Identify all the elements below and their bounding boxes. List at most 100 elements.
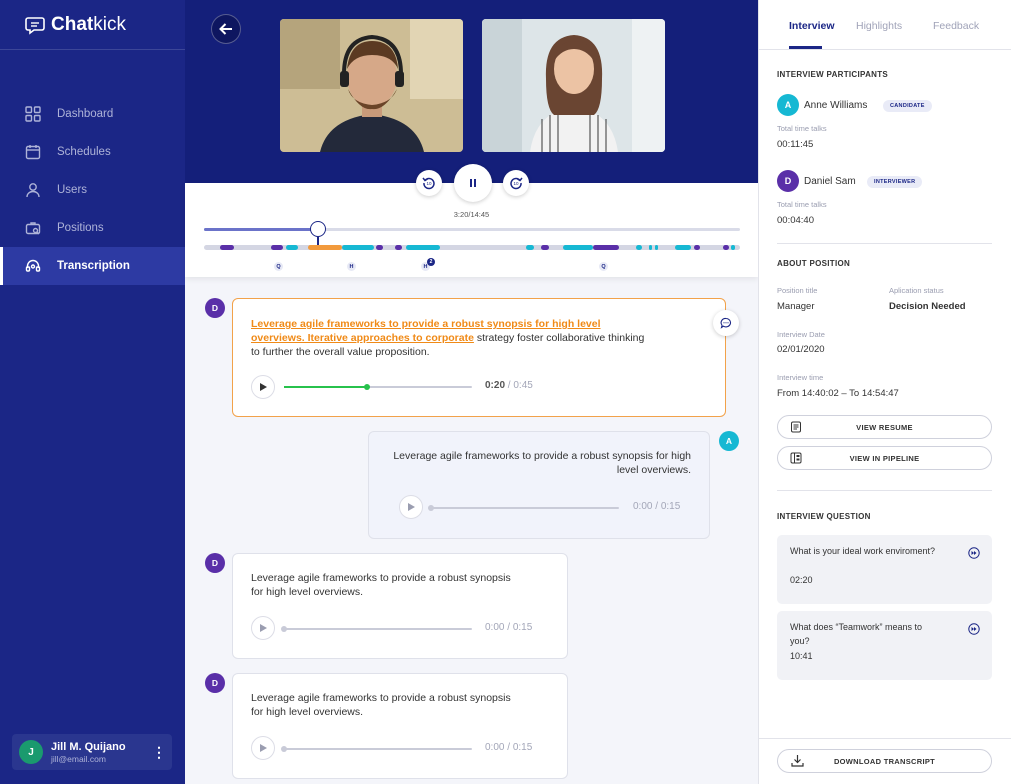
svg-text:10: 10 <box>513 181 519 186</box>
speaker-segment[interactable] <box>395 245 402 250</box>
speaker-segment[interactable] <box>342 245 374 250</box>
speaker-segments-track[interactable] <box>204 245 740 250</box>
audio-progress-track[interactable] <box>281 746 472 752</box>
play-icon <box>260 383 267 391</box>
speaker-segment[interactable] <box>406 245 440 250</box>
speaker-segment[interactable] <box>220 245 234 250</box>
audio-progress-handle[interactable] <box>281 746 287 752</box>
speaker-segment[interactable] <box>636 245 642 250</box>
back-button[interactable] <box>211 14 241 44</box>
grid-icon <box>25 106 41 122</box>
speaker-segment[interactable] <box>731 245 735 250</box>
time-talks-value: 00:11:45 <box>777 139 814 150</box>
scrubber-track[interactable] <box>204 221 740 247</box>
rewind-button[interactable]: 10 <box>416 170 442 196</box>
audio-time: 0:00 / 0:15 <box>485 622 533 633</box>
forward-10-icon: 10 <box>510 177 523 190</box>
download-icon <box>791 755 804 767</box>
speaker-segment[interactable] <box>675 245 691 250</box>
play-icon <box>408 503 415 511</box>
transcript-message[interactable]: Leverage agile frameworks to provide a r… <box>232 673 568 779</box>
play-icon <box>260 744 267 752</box>
audio-progress-track[interactable] <box>284 384 472 390</box>
speaker-segment[interactable] <box>694 245 700 250</box>
scrubber-progress <box>204 228 318 231</box>
speaker-segment[interactable] <box>563 245 593 250</box>
interviewer-video[interactable] <box>482 19 665 152</box>
sidebar-item-users[interactable]: Users <box>0 171 185 209</box>
play-button[interactable] <box>399 495 423 519</box>
timeline-marker[interactable]: Q <box>599 262 608 271</box>
speaker-segment[interactable] <box>541 245 549 250</box>
speaker-segment[interactable] <box>593 245 619 250</box>
sidebar-item-label: Positions <box>57 222 104 234</box>
divider <box>777 243 992 244</box>
app-logo[interactable]: Chatkick <box>0 0 185 50</box>
view-in-pipeline-button[interactable]: VIEW IN PIPELINE <box>777 446 992 470</box>
more-options-icon[interactable]: ⋮ <box>152 744 166 761</box>
speaker-segment[interactable] <box>655 245 658 250</box>
user-email: jill@email.com <box>51 753 106 764</box>
speaker-segment[interactable] <box>526 245 534 250</box>
candidate-video[interactable] <box>280 19 463 152</box>
avatar: J <box>19 740 43 764</box>
view-resume-button[interactable]: VIEW RESUME <box>777 415 992 439</box>
jump-to-time-icon[interactable] <box>968 547 980 559</box>
sidebar-item-schedules[interactable]: Schedules <box>0 133 185 171</box>
current-user-card[interactable]: J Jill M. Quijano jill@email.com ⋮ <box>12 734 172 770</box>
speaker-segment[interactable] <box>286 245 298 250</box>
tab-highlights[interactable]: Highlights <box>856 0 902 32</box>
arrow-left-icon <box>219 23 232 35</box>
add-comment-button[interactable] <box>713 310 739 336</box>
scrubber-handle[interactable] <box>310 221 326 237</box>
speaker-segment[interactable] <box>376 245 383 250</box>
interview-time-label: Interview time <box>777 373 824 382</box>
briefcase-search-icon <box>25 220 41 236</box>
forward-button[interactable]: 10 <box>503 170 529 196</box>
transcript-message-candidate[interactable]: Leverage agile frameworks to provide a r… <box>368 431 710 539</box>
pause-icon <box>470 179 476 187</box>
interview-time-value: From 14:40:02 – To 14:54:47 <box>777 388 899 399</box>
timeline-marker[interactable]: H <box>347 262 356 271</box>
transcript-message[interactable]: Leverage agile frameworks to provide a r… <box>232 553 568 659</box>
transcript-message-highlighted[interactable]: Leverage agile frameworks to provide a r… <box>232 298 726 417</box>
transcript-chat: D Leverage agile frameworks to provide a… <box>185 277 758 784</box>
role-badge: INTERVIEWER <box>867 176 923 188</box>
active-tab-indicator <box>789 46 822 49</box>
sidebar-item-transcription[interactable]: Transcription <box>0 247 185 285</box>
speaker-segment[interactable] <box>723 245 729 250</box>
play-button[interactable] <box>251 616 275 640</box>
document-icon <box>791 421 801 433</box>
tab-interview[interactable]: Interview <box>789 0 835 32</box>
sidebar-item-dashboard[interactable]: Dashboard <box>0 95 185 133</box>
sidebar-item-positions[interactable]: Positions <box>0 209 185 247</box>
audio-progress-track[interactable] <box>428 505 619 511</box>
user-name: Jill M. Quijano <box>51 740 126 753</box>
position-title-label: Position title <box>777 286 818 295</box>
sidebar-item-label: Users <box>57 184 88 196</box>
audio-time: 0:00 / 0:15 <box>633 501 681 512</box>
audio-progress-handle[interactable] <box>281 626 287 632</box>
panel-tabs: Interview Highlights Feedback <box>759 0 1011 50</box>
speaker-segment[interactable] <box>271 245 283 250</box>
pause-button[interactable] <box>454 164 492 202</box>
audio-progress-handle[interactable] <box>428 505 434 511</box>
chat-logo-icon <box>25 16 45 35</box>
speaker-segment-highlighted[interactable] <box>308 245 342 250</box>
time-talks-label: Total time talks <box>777 124 827 133</box>
interview-question-card[interactable]: What does “Teamwork” means to you? 10:41 <box>777 611 992 680</box>
position-heading: ABOUT POSITION <box>777 259 851 268</box>
jump-to-time-icon[interactable] <box>968 623 980 635</box>
sidebar-item-label: Schedules <box>57 146 111 158</box>
tab-feedback[interactable]: Feedback <box>933 0 979 32</box>
play-button[interactable] <box>251 736 275 760</box>
interview-question-card[interactable]: What is your ideal work enviroment? 02:2… <box>777 535 992 604</box>
download-transcript-button[interactable]: DOWNLOAD TRANSCRIPT <box>777 749 992 773</box>
audio-progress-handle[interactable] <box>364 384 370 390</box>
play-button[interactable] <box>251 375 275 399</box>
question-time: 02:20 <box>790 575 813 585</box>
speaker-segment[interactable] <box>649 245 652 250</box>
participant-name: Anne Williams <box>804 100 868 111</box>
timeline-marker[interactable]: Q <box>274 262 283 271</box>
audio-progress-track[interactable] <box>281 626 472 632</box>
